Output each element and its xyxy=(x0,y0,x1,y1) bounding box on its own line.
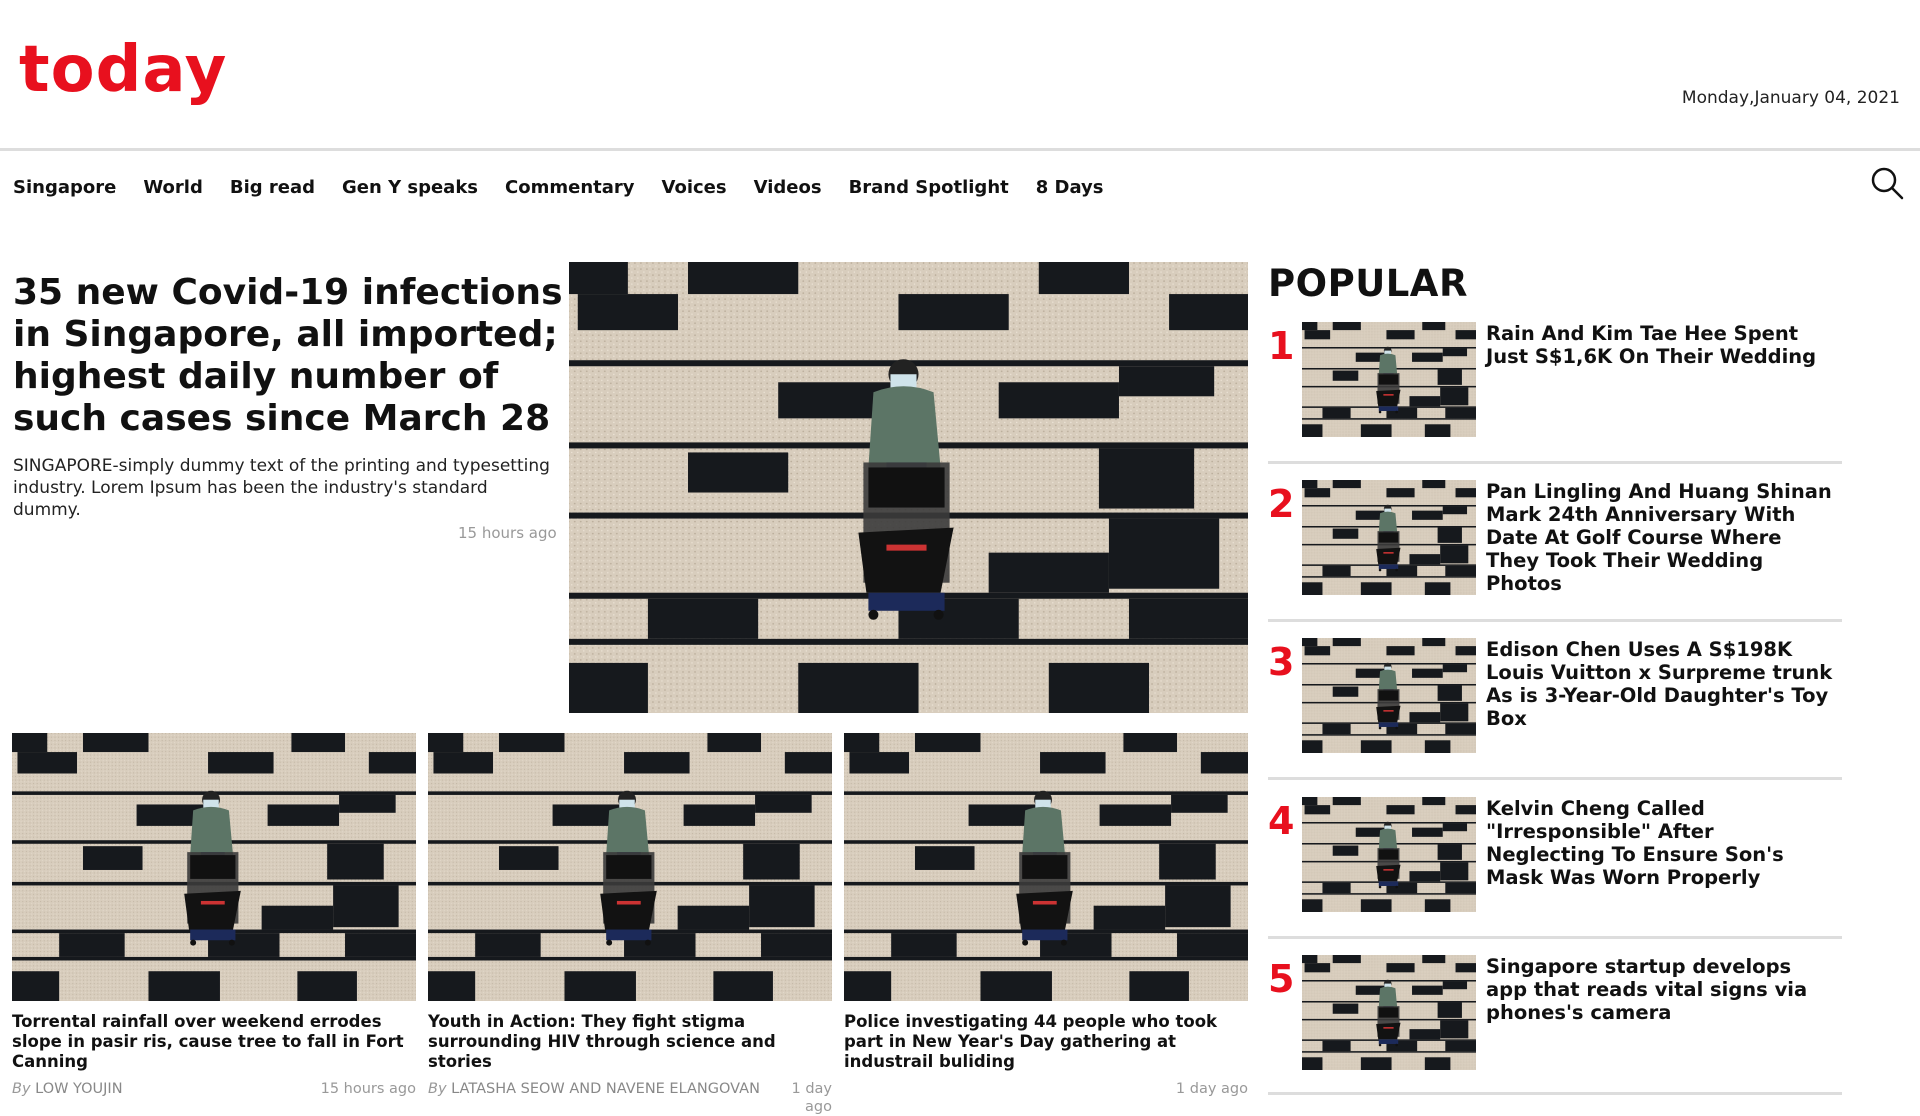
divider xyxy=(1268,777,1842,780)
popular-rank: 2 xyxy=(1268,482,1295,526)
popular-thumbnail[interactable] xyxy=(1302,480,1476,595)
nav-item-8-days[interactable]: 8 Days xyxy=(1036,177,1104,198)
story-card-image[interactable] xyxy=(428,733,832,1001)
popular-item[interactable]: 3 Edison Chen Uses A S$198K Louis Vuitto… xyxy=(1268,638,1842,796)
popular-item[interactable]: 4 Kelvin Cheng Called "Irresponsible" Af… xyxy=(1268,797,1842,955)
popular-thumbnail[interactable] xyxy=(1302,797,1476,912)
main-nav: Singapore World Big read Gen Y speaks Co… xyxy=(13,177,1131,198)
popular-title[interactable]: Singapore startup develops app that read… xyxy=(1486,955,1836,1024)
popular-title[interactable]: Rain And Kim Tae Hee Spent Just S$1,6K O… xyxy=(1486,322,1836,368)
story-card-image[interactable] xyxy=(844,733,1248,1001)
popular-item[interactable]: 2 Pan Lingling And Huang Shinan Mark 24t… xyxy=(1268,480,1842,638)
nav-item-singapore[interactable]: Singapore xyxy=(13,177,116,198)
nav-item-gen-y-speaks[interactable]: Gen Y speaks xyxy=(342,177,478,198)
popular-thumbnail[interactable] xyxy=(1302,955,1476,1070)
popular-rank: 3 xyxy=(1268,640,1295,684)
nav-item-world[interactable]: World xyxy=(143,177,203,198)
byline-prefix: By xyxy=(428,1081,447,1097)
lead-story-description: SINGAPORE-simply dummy text of the print… xyxy=(13,456,550,520)
nav-item-voices[interactable]: Voices xyxy=(662,177,727,198)
nav-item-videos[interactable]: Videos xyxy=(754,177,822,198)
divider xyxy=(1268,1092,1842,1095)
nav-item-commentary[interactable]: Commentary xyxy=(505,177,634,198)
nav-item-big-read[interactable]: Big read xyxy=(230,177,315,198)
divider xyxy=(1268,936,1842,939)
story-card-author[interactable]: LATASHA SEOW AND NAVENE ELANGOVAN xyxy=(451,1081,760,1097)
popular-title[interactable]: Edison Chen Uses A S$198K Louis Vuitton … xyxy=(1486,638,1836,730)
story-card[interactable]: Torrental rainfall over weekend errodes … xyxy=(12,733,416,1098)
popular-rank: 4 xyxy=(1268,799,1295,843)
current-date: Monday,January 04, 2021 xyxy=(1681,88,1900,108)
search-icon[interactable] xyxy=(1870,166,1904,200)
nav-item-brand-spotlight[interactable]: Brand Spotlight xyxy=(849,177,1009,198)
story-card-title[interactable]: Youth in Action: They fight stigma surro… xyxy=(428,1012,832,1072)
popular-title[interactable]: Kelvin Cheng Called "Irresponsible" Afte… xyxy=(1486,797,1836,889)
lead-story-title[interactable]: 35 new Covid-19 infections in Singapore,… xyxy=(13,272,563,440)
story-card-title[interactable]: Police investigating 44 people who took … xyxy=(844,1012,1248,1072)
header-divider xyxy=(0,148,1920,151)
popular-rank: 5 xyxy=(1268,957,1295,1001)
byline-prefix: By xyxy=(12,1081,31,1097)
story-card-image[interactable] xyxy=(12,733,416,1001)
divider xyxy=(1268,619,1842,622)
story-card[interactable]: Police investigating 44 people who took … xyxy=(844,733,1248,1097)
story-card[interactable]: Youth in Action: They fight stigma surro… xyxy=(428,733,832,1115)
site-logo[interactable]: today xyxy=(19,38,227,102)
popular-thumbnail[interactable] xyxy=(1302,638,1476,753)
story-card-author[interactable]: LOW YOUJIN xyxy=(35,1081,122,1097)
popular-item[interactable]: 1 Rain And Kim Tae Hee Spent Just S$1,6K… xyxy=(1268,322,1842,480)
divider xyxy=(1268,461,1842,464)
story-card-time: 1 day ago xyxy=(1175,1081,1248,1097)
popular-item[interactable]: 5 Singapore startup develops app that re… xyxy=(1268,955,1842,1113)
story-card-title[interactable]: Torrental rainfall over weekend errodes … xyxy=(12,1012,416,1072)
story-card-meta: By LOW YOUJIN 15 hours ago xyxy=(12,1080,416,1098)
popular-rank: 1 xyxy=(1268,324,1295,368)
lead-story-image[interactable] xyxy=(569,262,1248,713)
popular-thumbnail[interactable] xyxy=(1302,322,1476,437)
popular-heading: POPULAR xyxy=(1268,262,1468,305)
story-card-time: 15 hours ago xyxy=(320,1081,416,1097)
story-card-time: 1 day ago xyxy=(791,1081,832,1115)
lead-story-time: 15 hours ago xyxy=(458,524,557,542)
popular-title[interactable]: Pan Lingling And Huang Shinan Mark 24th … xyxy=(1486,480,1836,595)
story-card-meta: By LATASHA SEOW AND NAVENE ELANGOVAN 1 d… xyxy=(428,1080,832,1115)
